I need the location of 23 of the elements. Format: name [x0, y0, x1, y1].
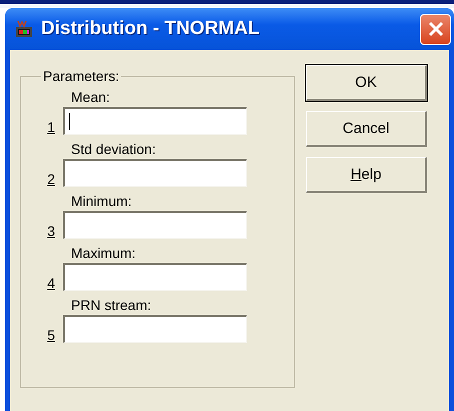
field-label: Maximum: [71, 244, 137, 263]
field-number: 1 [46, 119, 55, 135]
field-number: 4 [46, 275, 55, 291]
dialog-button[interactable]: OK [306, 65, 427, 101]
field-label: PRN stream: [71, 296, 152, 315]
field-number: 5 [46, 327, 55, 343]
group-title: Parameters: [42, 68, 120, 84]
dialog-button[interactable]: Help [306, 157, 427, 193]
input-field[interactable] [63, 315, 247, 343]
dialog-button[interactable]: Cancel [306, 111, 427, 147]
field-label: Mean: [71, 88, 111, 107]
input-field[interactable] [63, 107, 247, 135]
input-field[interactable] [63, 263, 247, 291]
field-label: Minimum: [71, 192, 133, 211]
window-title: Distribution - TNORMAL [41, 18, 260, 40]
input-field[interactable] [63, 159, 247, 187]
field-number: 3 [46, 223, 55, 239]
close-button[interactable] [420, 14, 451, 44]
app-icon [15, 20, 33, 38]
field-label: Std deviation: [71, 140, 157, 159]
field-number: 2 [46, 171, 55, 187]
close-icon [426, 20, 444, 38]
input-field[interactable] [63, 211, 247, 239]
